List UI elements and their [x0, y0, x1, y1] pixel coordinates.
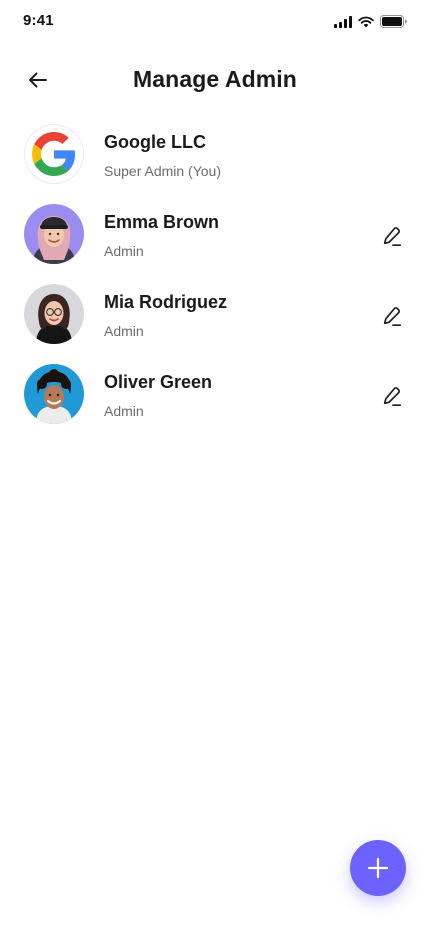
- edit-admin-button[interactable]: [378, 302, 406, 330]
- google-logo-icon: [24, 124, 84, 184]
- cellular-signal-icon: [334, 15, 352, 28]
- avatar-oliver-green: [24, 364, 84, 424]
- page-title: Manage Admin: [133, 66, 297, 92]
- plus-icon: [367, 857, 389, 879]
- admin-row-mia-rodriguez[interactable]: Mia Rodriguez Admin: [0, 284, 430, 364]
- admin-name: Emma Brown: [104, 212, 220, 232]
- admin-row-google-llc[interactable]: Google LLC Super Admin (You): [0, 124, 430, 204]
- edit-pencil-icon: [383, 227, 402, 246]
- admin-role: Admin: [104, 323, 144, 339]
- edit-pencil-icon: [383, 307, 402, 326]
- add-admin-button[interactable]: [350, 840, 406, 896]
- manage-admin-screen: 9:41 Manage Admin Google LLC Super Admin…: [0, 0, 430, 932]
- status-time: 9:41: [23, 12, 54, 29]
- admin-role: Admin: [104, 243, 144, 259]
- admin-name: Mia Rodriguez: [104, 292, 228, 312]
- edit-admin-button[interactable]: [378, 222, 406, 250]
- admin-name: Oliver Green: [104, 372, 213, 392]
- admin-row-oliver-green[interactable]: Oliver Green Admin: [0, 364, 430, 444]
- header: Manage Admin: [0, 56, 430, 104]
- avatar-mia-rodriguez: [24, 284, 84, 344]
- status-bar: 9:41: [0, 0, 430, 44]
- admin-row-emma-brown[interactable]: Emma Brown Admin: [0, 204, 430, 284]
- wifi-icon: [358, 16, 374, 27]
- edit-admin-button[interactable]: [378, 382, 406, 410]
- admin-name: Google LLC: [104, 132, 206, 152]
- battery-icon: [380, 15, 407, 28]
- admin-role: Super Admin (You): [104, 163, 221, 179]
- admin-list: Google LLC Super Admin (You) Emma Brown: [0, 124, 430, 444]
- status-icons: [334, 15, 407, 28]
- avatar-emma-brown: [24, 204, 84, 264]
- admin-role: Admin: [104, 403, 144, 419]
- edit-pencil-icon: [383, 387, 402, 406]
